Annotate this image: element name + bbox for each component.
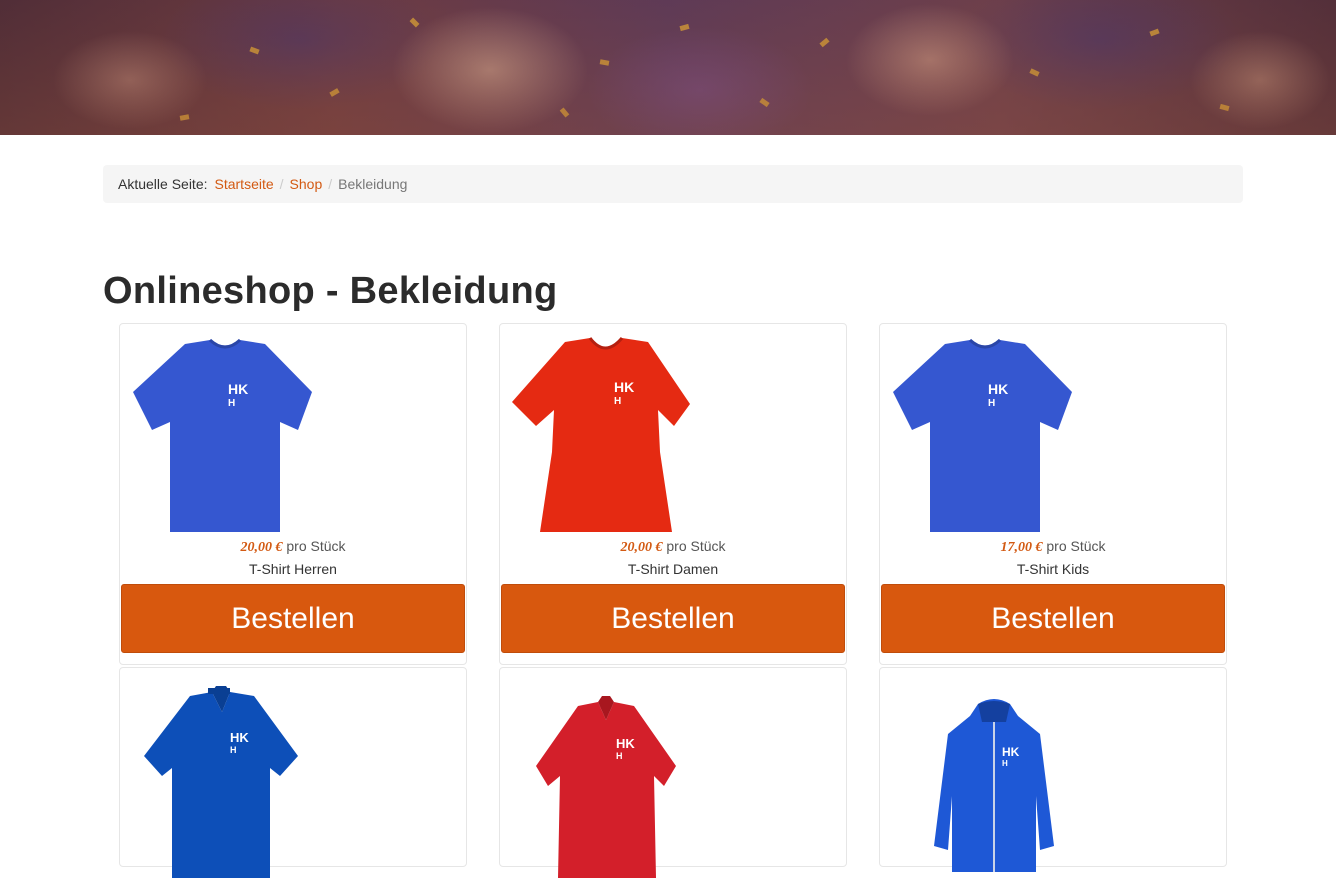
price-amount: 20,00 € [620,540,663,555]
product-name[interactable]: T-Shirt Kids [880,561,1226,577]
svg-text:H: H [988,398,995,409]
price-label: 20,00 € pro Stück [500,538,846,556]
product-name[interactable]: T-Shirt Herren [120,561,466,577]
price-amount: 20,00 € [240,540,283,555]
svg-text:HK: HK [616,736,635,751]
order-button[interactable]: Bestellen [881,584,1225,653]
product-card-tshirt-herren: HK H 20,00 € pro Stück T-Shirt Herren Be… [119,323,467,665]
order-button[interactable]: Bestellen [121,584,465,653]
blue-tshirt-image[interactable]: HK H [130,332,320,534]
price-label: 17,00 € pro Stück [880,538,1226,556]
red-polo-image[interactable]: HK H [510,676,700,878]
breadcrumb-current: Bekleidung [338,176,408,192]
breadcrumb-link-startseite[interactable]: Startseite [215,176,274,192]
page-title: Onlineshop - Bekleidung [103,270,558,312]
blue-tshirt-image[interactable]: HK H [890,332,1080,534]
svg-text:H: H [614,396,621,407]
svg-text:HK: HK [1002,745,1020,759]
svg-text:H: H [1002,759,1008,768]
product-card-jacke: HK H [879,667,1227,872]
product-card-tshirt-damen: HK H 20,00 € pro Stück T-Shirt Damen Bes… [499,323,847,665]
svg-text:H: H [616,751,623,761]
price-unit: pro Stück [286,538,346,554]
product-card-tshirt-kids: HK H 17,00 € pro Stück T-Shirt Kids Best… [879,323,1227,665]
breadcrumb-label: Aktuelle Seite: [118,176,208,192]
breadcrumb-separator: / [328,176,333,192]
price-unit: pro Stück [1046,538,1106,554]
price-label: 20,00 € pro Stück [120,538,466,556]
order-button[interactable]: Bestellen [501,584,845,653]
svg-text:HK: HK [228,381,248,397]
svg-text:H: H [228,398,235,409]
red-tshirt-image[interactable]: HK H [510,332,700,534]
svg-text:HK: HK [230,730,249,745]
blue-jacket-image[interactable]: HK H [890,676,1080,878]
blue-polo-image[interactable]: HK H [130,676,320,878]
svg-text:HK: HK [614,379,634,395]
price-amount: 17,00 € [1000,540,1043,555]
svg-text:HK: HK [988,381,1008,397]
product-name[interactable]: T-Shirt Damen [500,561,846,577]
product-card-polo-herren: HK H [119,667,467,878]
product-card-polo-damen: HK H [499,667,847,878]
svg-text:H: H [230,745,237,755]
breadcrumb-link-shop[interactable]: Shop [290,176,323,192]
breadcrumb-separator: / [279,176,284,192]
header-banner-image [0,0,1336,135]
breadcrumb: Aktuelle Seite: Startseite / Shop / Bekl… [103,165,1243,203]
price-unit: pro Stück [666,538,726,554]
